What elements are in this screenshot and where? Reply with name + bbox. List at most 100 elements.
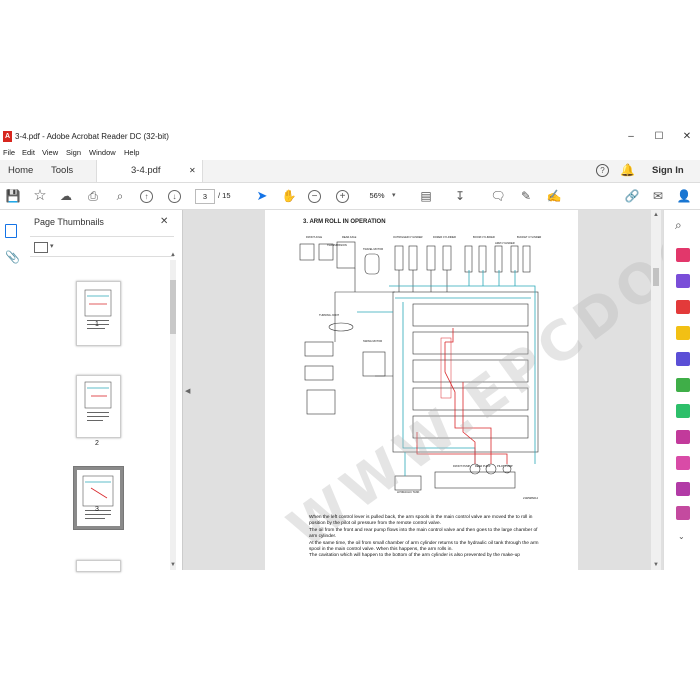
menu-sign[interactable]: Sign <box>66 148 81 157</box>
thumbnail-3-preview <box>82 475 114 519</box>
menu-window[interactable]: Window <box>89 148 116 157</box>
label-rear-axle: REAR AXLE <box>342 236 357 239</box>
right-tools-pane: ⌕ ⌄ <box>663 210 700 570</box>
tab-home[interactable]: Home <box>8 165 33 176</box>
page-thumbnails-icon[interactable] <box>5 224 17 238</box>
document-viewport[interactable]: ◀ ▶ 3. ARM ROLL IN OPERATION <box>183 107 700 570</box>
select-cursor-icon[interactable]: ➤ <box>254 188 270 204</box>
label-travel-motor: TRAVEL MOTOR <box>363 248 384 251</box>
tab-tools[interactable]: Tools <box>51 165 73 176</box>
page-up-icon[interactable]: ↑ <box>140 190 153 203</box>
page-total: / 15 <box>218 191 231 200</box>
pdf-page: 3. ARM ROLL IN OPERATION FRONT AXLE REAR… <box>265 107 700 570</box>
page-down-icon[interactable]: ↓ <box>168 190 181 203</box>
save-icon[interactable]: 💾 <box>5 188 21 204</box>
acrobat-logo-icon: A <box>3 131 12 142</box>
label-front-axle: FRONT AXLE <box>306 236 323 239</box>
page-display-icon[interactable]: ▤ <box>418 188 434 204</box>
zoom-dropdown-chevron-icon[interactable]: ▾ <box>392 191 396 199</box>
zoom-out-icon[interactable]: − <box>308 190 321 203</box>
close-panel-icon[interactable]: ✕ <box>160 216 168 227</box>
thumbnails-panel-title: Page Thumbnails <box>34 217 104 227</box>
zoom-search-icon[interactable]: ⌕ <box>112 188 128 204</box>
label-swing-motor: SWING MOTOR <box>363 340 383 343</box>
page-number-input[interactable]: 3 <box>195 189 215 204</box>
label-arm-cylinder: ARM CYLINDER <box>495 242 515 245</box>
create-pdf-icon[interactable] <box>676 248 690 262</box>
thumbnail-page-1[interactable] <box>76 281 121 346</box>
comment-icon[interactable]: 🗨 <box>490 188 506 204</box>
label-transmission: TRANSMISSION <box>327 244 347 247</box>
label-rear-pump: REAR PUMP <box>475 465 491 468</box>
tab-row: Home Tools 3-4.pdf ✕ ? 🔔 Sign In <box>0 160 700 183</box>
menu-help[interactable]: Help <box>124 148 139 157</box>
email-icon[interactable]: ✉ <box>650 188 666 204</box>
menu-file[interactable]: File <box>3 148 15 157</box>
thumbnail-page-4[interactable] <box>76 560 121 572</box>
label-turning-joint: TURNING JOINT <box>319 314 340 317</box>
more-tools-icon[interactable] <box>676 482 690 496</box>
thumbnail-1-preview <box>84 289 112 329</box>
zoom-in-icon[interactable]: + <box>336 190 349 203</box>
organize-pages-icon[interactable] <box>676 378 690 392</box>
label-front-pump: FRONT PUMP <box>453 465 471 468</box>
thumbnail-scrollbar[interactable] <box>170 260 176 570</box>
tab-close-icon[interactable]: ✕ <box>189 166 196 175</box>
thumbnails-panel: Page Thumbnails ✕ ▾ 1 2 3 ▲ ▼ <box>24 210 183 572</box>
options-chevron-down-icon[interactable]: ▾ <box>50 242 54 250</box>
label-outrigger-cylinder: OUTRIGGER CYLINDER <box>393 236 423 239</box>
download-icon[interactable]: ↧ <box>452 188 468 204</box>
bookmark-star-icon[interactable]: ☆ <box>32 188 48 204</box>
cloud-upload-icon[interactable]: ☁ <box>58 188 74 204</box>
attachments-paperclip-icon[interactable]: 📎 <box>5 250 20 264</box>
doc-scroll-down-icon[interactable]: ▼ <box>653 562 659 568</box>
zoom-level-select[interactable]: 56% <box>362 189 392 202</box>
user-icon[interactable]: 👤 <box>676 188 692 204</box>
document-scrollbar-thumb[interactable] <box>653 268 659 286</box>
link-share-icon[interactable]: 🔗 <box>624 188 640 204</box>
expand-tools-chevron-icon[interactable]: ⌄ <box>678 532 685 541</box>
scroll-up-icon[interactable]: ▲ <box>170 252 176 258</box>
compress-pdf-icon[interactable] <box>676 404 690 418</box>
send-for-signature-icon[interactable] <box>676 506 690 520</box>
maximize-button[interactable]: ☐ <box>648 130 670 144</box>
thumbnail-scrollbar-thumb[interactable] <box>170 280 176 334</box>
hand-tool-icon[interactable]: ✋ <box>281 188 297 204</box>
thumbnail-options-icon[interactable] <box>34 242 48 253</box>
fill-and-sign-icon[interactable] <box>676 430 690 444</box>
help-icon[interactable]: ? <box>596 164 609 177</box>
print-icon[interactable]: ⎙ <box>85 188 101 204</box>
thumbnail-page-3-selected[interactable] <box>73 466 124 530</box>
tab-document-label: 3-4.pdf <box>131 165 161 176</box>
label-bucket-cylinder: BUCKET CYLINDER <box>517 236 542 239</box>
bell-icon[interactable]: 🔔 <box>620 163 635 177</box>
window-title: 3-4.pdf - Adobe Acrobat Reader DC (32-bi… <box>15 132 169 141</box>
thumbnail-3-page <box>77 470 120 526</box>
fill-sign-icon[interactable]: ✍ <box>546 188 562 204</box>
tab-document[interactable]: 3-4.pdf ✕ <box>96 160 203 182</box>
combine-files-icon[interactable] <box>676 274 690 288</box>
menu-view[interactable]: View <box>42 148 58 157</box>
edit-pdf-icon[interactable] <box>676 352 690 366</box>
pen-icon[interactable]: ✎ <box>518 188 534 204</box>
protect-icon[interactable] <box>676 456 690 470</box>
thumbnail-2-label: 2 <box>95 440 99 447</box>
comment-tool-icon[interactable] <box>676 326 690 340</box>
panel-divider-2 <box>30 256 174 257</box>
paragraph-4: The cavitation which will happen to the … <box>309 553 520 559</box>
doc-scroll-up-icon[interactable]: ▲ <box>653 212 659 218</box>
close-window-button[interactable]: ✕ <box>676 130 698 144</box>
thumbnail-page-2[interactable] <box>76 375 121 438</box>
collapse-left-panel-icon[interactable]: ◀ <box>185 387 190 395</box>
sign-in-button[interactable]: Sign In <box>652 165 684 176</box>
export-pdf-icon[interactable] <box>676 300 690 314</box>
zoom-tool-icon[interactable]: ⌕ <box>675 218 682 233</box>
toolbar: 💾 ☆ ☁ ⎙ ⌕ ↑ ↓ 3 / 15 ➤ ✋ − + 56% ▾ ▤ ↧ 🗨… <box>0 183 700 210</box>
paragraph-2: The oil from the front and rear pump flo… <box>309 527 538 540</box>
body-text: When the left control lever is pulled ba… <box>309 515 541 560</box>
scroll-down-icon[interactable]: ▼ <box>170 562 176 568</box>
menu-edit[interactable]: Edit <box>22 148 35 157</box>
minimize-button[interactable]: – <box>620 130 642 144</box>
document-scrollbar[interactable] <box>651 210 661 570</box>
thumbnail-1-label: 1 <box>95 321 99 328</box>
